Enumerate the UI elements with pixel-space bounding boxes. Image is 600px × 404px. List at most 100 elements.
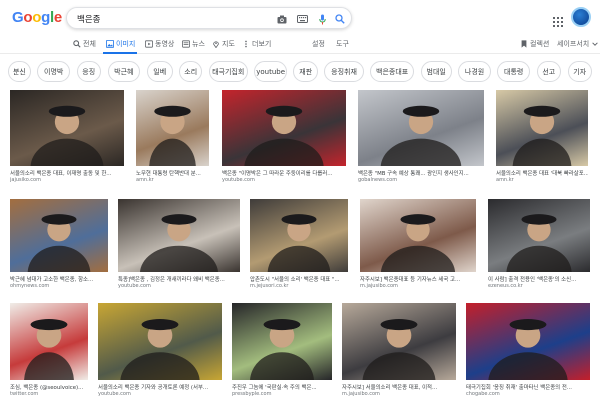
microphone-icon[interactable] [315,12,329,26]
google-logo[interactable]: Google [12,9,62,26]
search-icon [73,40,81,48]
chip-15[interactable]: 기자 [567,61,592,82]
chip-5[interactable]: 소리 [179,61,203,82]
result-caption[interactable]: 태극기집회 '응징 취재' 출마타닌 백은종의 전... [466,383,590,391]
result-source: gobalnews.com [358,177,398,183]
result-caption[interactable]: 자주시보] 백은종대표 등 기자뉴스 세국 고... [360,275,476,283]
image-result[interactable]: 백은종 "MB 구속 예상 통쾌... 광인지 생사인지... gobalnews… [358,90,484,186]
chip-12[interactable]: 나경원 [458,61,491,82]
image-result[interactable]: 서울의소리 백은종 대표, 이재명 출동 및 한... jajusiko.com [10,90,124,186]
image-icon [106,40,114,48]
settings-link[interactable]: 설정 [312,39,325,49]
result-caption[interactable]: 압촌도시 "서울의 소리' 백은종 대표 "... [250,275,348,283]
image-result[interactable]: 태극기집회 '응징 취재' 출마타닌 백은종의 전... chogabe.com [466,303,590,400]
image-result[interactable]: 자주시보] 백은종대표 등 기자뉴스 세국 고... m.jajusibo.com [360,199,476,292]
result-caption[interactable]: 특종]백은종 , 김정은 개새끼라다 왜비 백은종... [118,275,240,283]
image-result[interactable]: 압촌도시 "서울의 소리' 백은종 대표 "... m.jejusori.co.k… [250,199,348,292]
image-result[interactable]: 백은종 "이명박은 그 따라운 주둥이리를 다룹러... youtube.com [222,90,346,186]
result-caption[interactable]: 백은종 "이명박은 그 따라운 주둥이리를 다룹러... [222,169,346,177]
result-thumbnail[interactable] [10,303,88,380]
search-icon[interactable] [333,12,347,26]
related-chips: 분신 이명박 응징 박근혜 일베 소리 태극기집회 youtube 재판 응징취재 백은종대표 범대일… [8,61,600,83]
result-source: youtube.com [222,177,255,183]
chip-2[interactable]: 응징 [76,61,101,82]
result-source: amn.kr [136,177,154,183]
image-result[interactable]: 서울의소리 백은종 대표 '대북 빠라살포... amn.kr [496,90,588,186]
safesearch-label: 세이프서치 [557,40,590,48]
result-caption[interactable]: 서울의소리 백은종 대표, 이재명 출동 및 한... [10,169,124,177]
image-result[interactable]: 노무현 대통령 탄핵반대 분... amn.kr [136,90,209,186]
result-thumbnail[interactable] [360,199,476,272]
result-thumbnail[interactable] [496,90,588,166]
chip-7[interactable]: youtube [254,61,287,82]
result-thumbnail[interactable] [358,90,484,166]
result-thumbnail[interactable] [222,90,346,166]
result-thumbnail[interactable] [136,90,209,166]
result-thumbnail[interactable] [10,199,108,272]
chip-4[interactable]: 일베 [146,61,173,82]
safesearch-link[interactable]: 세이프서치 [557,39,599,49]
result-thumbnail[interactable] [10,90,124,166]
person-silhouette-icon [244,105,324,166]
result-caption[interactable]: 백은종 "MB 구속 예상 통쾌... 광인지 생사인지... [358,169,484,177]
chip-11[interactable]: 범대일 [420,61,452,82]
result-thumbnail[interactable] [232,303,332,380]
image-result[interactable]: 주진우 그놈에 '국판실·속 주의 백은... pressbyple.com [232,303,332,400]
logo-letter: G [12,9,24,26]
tab-images[interactable]: 이미지 [106,39,135,49]
result-caption[interactable]: 이 사람] 출격 전용인 '백은종'의 소신... [488,275,590,283]
tab-news[interactable]: 뉴스 [182,39,205,49]
chip-3[interactable]: 박근혜 [107,61,141,82]
result-caption[interactable]: 서울의소리 백은종 대표 '대북 빠라살포... [496,169,588,177]
result-caption[interactable]: 조심, 백은종 (@seoulvoice)... [10,383,88,391]
result-thumbnail[interactable] [342,303,456,380]
result-thumbnail[interactable] [250,199,348,272]
person-silhouette-icon [267,214,331,272]
tab-label: 동영상 [155,40,175,48]
image-result[interactable]: 조심, 백은종 (@seoulvoice)... twitter.com [10,303,88,400]
result-caption[interactable]: 서울의소리 백은종 기자와 공개토론 예정 (서부... [98,383,222,391]
result-caption[interactable]: 주진우 그놈에 '국판실·속 주의 백은... [232,383,332,391]
image-result[interactable]: 자주시보] 서울의소리 백은종 대표, 이적... m.jajusibo.com [342,303,456,400]
map-pin-icon [213,41,219,48]
tab-label: 더보기 [252,40,272,48]
image-result[interactable]: 이 사람] 출격 전용인 '백은종'의 소신... ezeneus.co.kr [488,199,590,292]
chip-9[interactable]: 응징취재 [324,61,364,82]
keyboard-icon[interactable] [295,12,309,26]
tools-label: 도구 [336,40,349,48]
result-thumbnail[interactable] [98,303,222,380]
person-silhouette-icon [512,105,572,166]
result-caption[interactable]: 자주시보] 서울의소리 백은종 대표, 이적... [342,383,456,391]
image-result[interactable]: 특종]백은종 , 김정은 개새끼라다 왜비 백은종... youtube.com [118,199,240,292]
tab-label: 전체 [83,40,96,48]
tab-videos[interactable]: 동영상 [145,39,174,49]
search-input[interactable] [77,11,267,26]
result-thumbnail[interactable] [488,199,590,272]
image-result[interactable]: 박근혜 넘대가 고소한 백은종, 항소... ohmynews.com [10,199,108,292]
result-source: jajusiko.com [10,177,41,183]
chip-13[interactable]: 대통령 [497,61,530,82]
avatar[interactable] [571,7,591,27]
chip-10[interactable]: 백은종대표 [370,61,415,82]
search-box[interactable] [66,7,352,29]
result-thumbnail[interactable] [466,303,590,380]
chip-1[interactable]: 이명박 [37,61,70,82]
tools-link[interactable]: 도구 [336,39,349,49]
result-caption[interactable]: 박근혜 넘대가 고소한 백은종, 항소... [10,275,108,283]
result-thumbnail[interactable] [118,199,240,272]
image-result[interactable]: 서울의소리 백은종 기자와 공개토론 예정 (서부... youtube.com [98,303,222,400]
tab-maps[interactable]: 지도 [212,39,235,49]
chip-0[interactable]: 분신 [8,61,31,82]
chip-14[interactable]: 선고 [536,61,561,82]
result-source: chogabe.com [466,391,500,397]
chip-8[interactable]: 재판 [293,61,318,82]
result-caption[interactable]: 노무현 대통령 탄핵반대 분... [136,169,209,177]
chip-6[interactable]: 태극기집회 [208,61,248,82]
apps-grid-icon[interactable] [553,12,563,27]
tab-more[interactable]: 더보기 [242,39,271,49]
tab-label: 뉴스 [192,40,205,48]
tab-all[interactable]: 전체 [73,39,96,49]
camera-icon[interactable] [275,12,289,26]
collections-link[interactable]: 컬렉션 [520,39,549,49]
person-silhouette-icon [120,319,200,380]
